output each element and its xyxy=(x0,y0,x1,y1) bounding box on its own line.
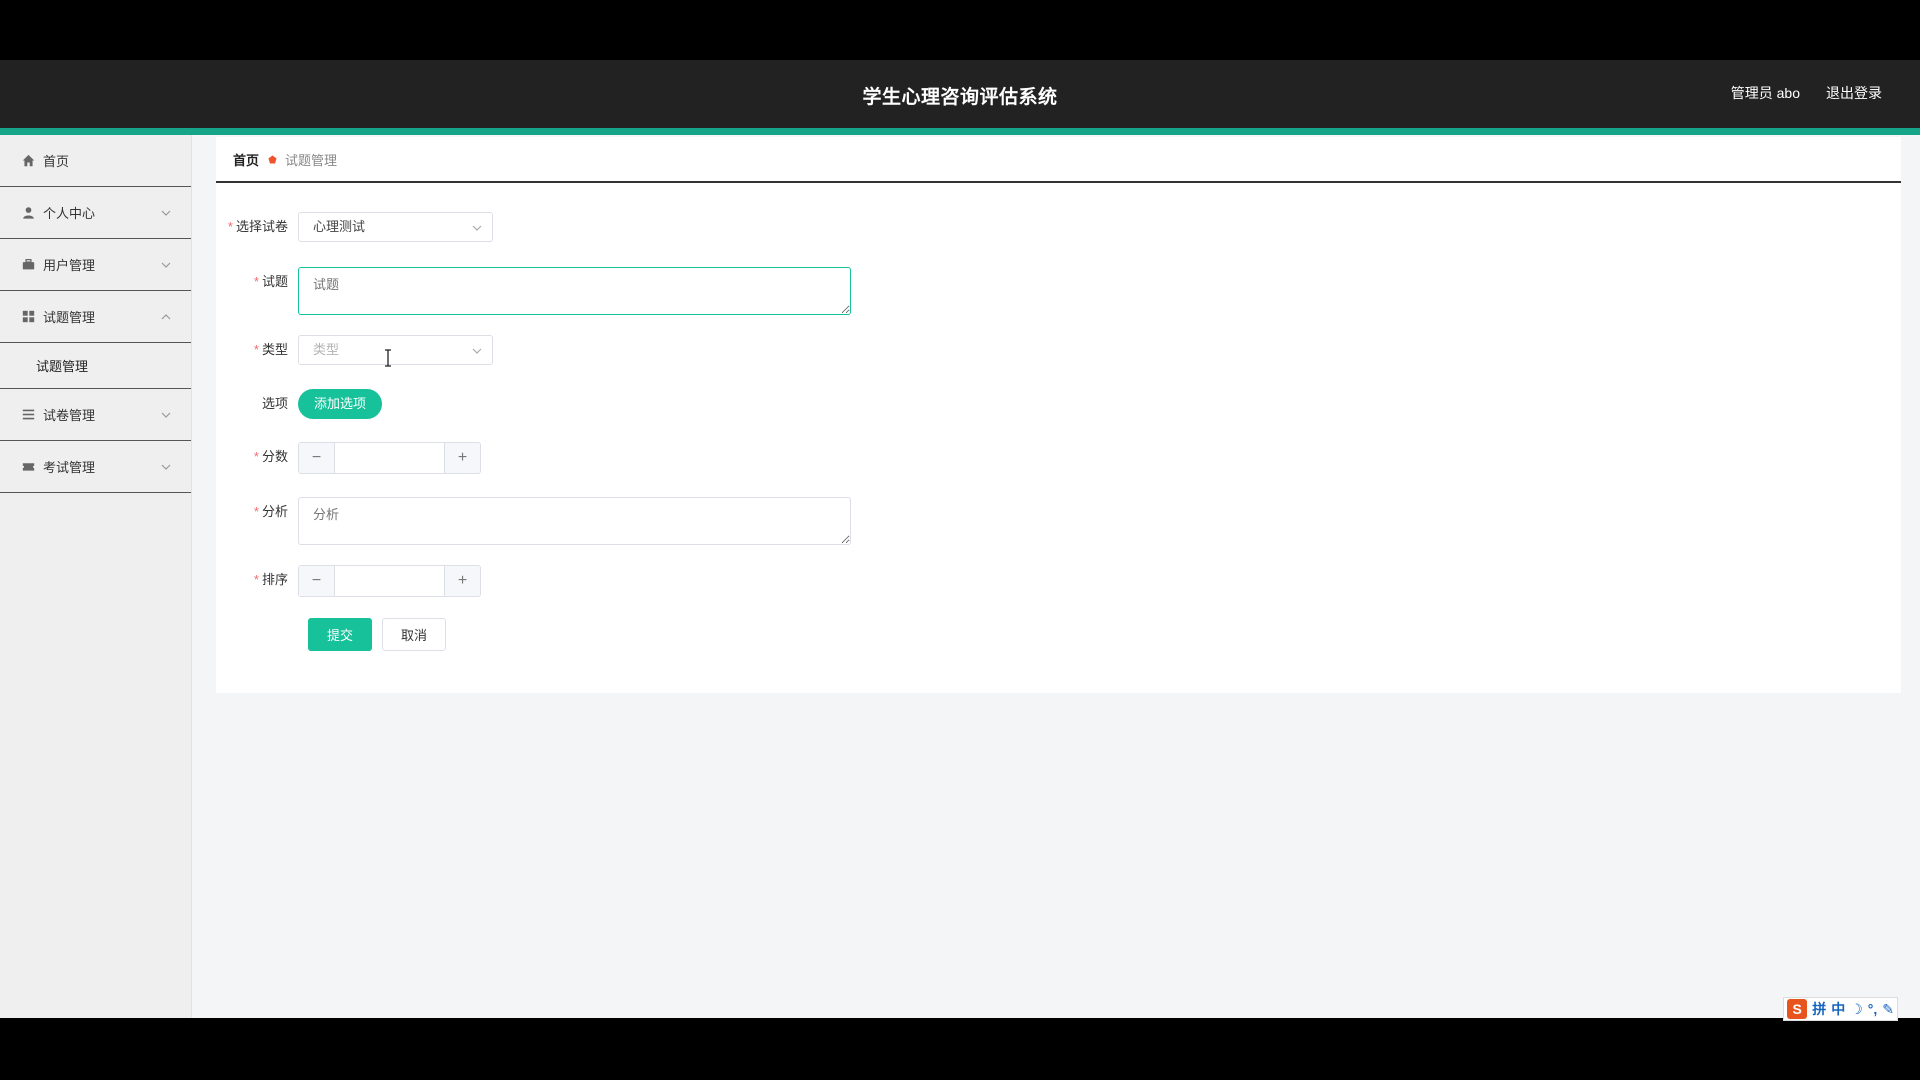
required-mark: * xyxy=(253,504,259,519)
sidebar-item-label: 考试管理 xyxy=(43,460,96,475)
sidebar-item-label: 试题管理 xyxy=(43,310,96,325)
text-cursor-icon xyxy=(385,349,391,367)
order-label-text: 排序 xyxy=(261,572,288,587)
chevron-up-icon xyxy=(161,314,171,320)
sidebar-subitem-questions[interactable]: 试题管理 xyxy=(0,343,191,389)
type-select[interactable]: 类型 xyxy=(298,335,493,365)
ime-logo-icon[interactable]: S xyxy=(1787,999,1808,1019)
briefcase-icon xyxy=(22,259,35,270)
options-label: 选项 xyxy=(261,396,288,411)
score-increment-button[interactable]: + xyxy=(444,443,480,473)
type-label: * 类型 xyxy=(216,335,298,365)
form-row-type: * 类型 类型 xyxy=(216,335,493,365)
order-stepper: − + xyxy=(298,565,481,597)
app-title: 学生心理咨询评估系统 xyxy=(862,87,1058,108)
required-mark: * xyxy=(253,449,259,464)
grid-icon xyxy=(22,310,35,323)
breadcrumb-home[interactable]: 首页 xyxy=(233,150,259,169)
sidebar-subitem-label: 试题管理 xyxy=(36,359,89,374)
sidebar-item-profile[interactable]: 个人中心 xyxy=(0,187,191,239)
required-mark: * xyxy=(253,342,259,357)
ime-settings-icon[interactable]: ✎ xyxy=(1882,1001,1894,1018)
chevron-down-icon xyxy=(161,464,171,470)
analysis-label-text: 分析 xyxy=(261,504,288,519)
breadcrumb-current: 试题管理 xyxy=(285,152,338,168)
top-header: 学生心理咨询评估系统 管理员 abo 退出登录 xyxy=(0,60,1920,135)
sidebar-item-label: 试卷管理 xyxy=(43,408,96,423)
main-content: 首页 试题管理 *选择试卷 心理测试 *试题 *类型 类型 xyxy=(216,137,1901,693)
user-icon xyxy=(23,207,34,219)
chevron-down-icon xyxy=(161,210,171,216)
order-decrement-button[interactable]: − xyxy=(299,566,335,596)
form-row-question: * 试题 xyxy=(216,267,851,315)
breadcrumb-separator-icon xyxy=(268,154,277,164)
analysis-label: * 分析 xyxy=(216,497,298,527)
score-stepper: − + xyxy=(298,442,481,474)
ime-halfwidth-icon[interactable]: ☽ xyxy=(1850,1001,1863,1018)
question-label: * 试题 xyxy=(216,267,298,297)
app-window: 学生心理咨询评估系统 管理员 abo 退出登录 首页 个人中心 用户管理 试题管… xyxy=(0,60,1920,1018)
chevron-down-icon xyxy=(472,348,482,354)
form-row-analysis: * 分析 xyxy=(216,497,851,545)
sidebar-item-label: 个人中心 xyxy=(43,206,96,221)
ime-punctuation-icon[interactable]: °, xyxy=(1868,1001,1878,1017)
required-mark: * xyxy=(253,274,259,289)
chevron-down-icon xyxy=(472,225,482,231)
logout-link[interactable]: 退出登录 xyxy=(1826,83,1882,103)
ticket-icon xyxy=(22,463,35,471)
question-input[interactable] xyxy=(298,267,851,315)
form-actions: 提交 取消 xyxy=(308,618,446,651)
order-input[interactable] xyxy=(335,566,444,596)
submit-button[interactable]: 提交 xyxy=(308,618,372,651)
sidebar-item-users[interactable]: 用户管理 xyxy=(0,239,191,291)
sidebar-item-home[interactable]: 首页 xyxy=(0,135,191,187)
paper-select-value: 心理测试 xyxy=(313,219,366,234)
order-label: * 排序 xyxy=(216,565,298,595)
current-user: 管理员 abo xyxy=(1730,85,1800,101)
paper-label: * 选择试卷 xyxy=(216,212,298,242)
ime-pinyin-toggle[interactable]: 拼 xyxy=(1812,999,1826,1019)
cancel-button[interactable]: 取消 xyxy=(382,618,446,651)
ime-toolbar: S 拼 中 ☽ °, ✎ xyxy=(1783,997,1898,1021)
paper-select[interactable]: 心理测试 xyxy=(298,212,493,242)
type-label-text: 类型 xyxy=(261,342,288,357)
sidebar-item-exams[interactable]: 考试管理 xyxy=(0,441,191,493)
required-mark: * xyxy=(227,219,233,234)
ime-chinese-toggle[interactable]: 中 xyxy=(1831,999,1845,1019)
form-row-paper: * 选择试卷 心理测试 xyxy=(216,212,493,242)
type-select-placeholder: 类型 xyxy=(313,342,340,357)
sidebar-item-papers[interactable]: 试卷管理 xyxy=(0,389,191,441)
chevron-down-icon xyxy=(161,412,171,418)
sidebar-item-label: 用户管理 xyxy=(43,258,96,273)
score-decrement-button[interactable]: − xyxy=(299,443,335,473)
order-increment-button[interactable]: + xyxy=(444,566,480,596)
breadcrumb: 首页 试题管理 xyxy=(216,137,1901,183)
chevron-down-icon xyxy=(161,262,171,268)
score-input[interactable] xyxy=(335,443,444,473)
sidebar-item-label: 首页 xyxy=(43,154,70,169)
form-row-score: * 分数 − + xyxy=(216,442,481,474)
form-row-options: 选项 添加选项 xyxy=(216,389,383,419)
add-option-button[interactable]: 添加选项 xyxy=(298,389,383,419)
score-label-text: 分数 xyxy=(261,449,288,464)
paper-label-text: 选择试卷 xyxy=(235,219,288,234)
form-row-order: * 排序 − + xyxy=(216,565,481,597)
sidebar: 首页 个人中心 用户管理 试题管理 试题管理 试卷管理 考试管理 xyxy=(0,135,192,1018)
list-icon xyxy=(22,409,35,420)
question-label-text: 试题 xyxy=(261,274,288,289)
score-label: * 分数 xyxy=(216,442,298,472)
required-mark: * xyxy=(253,572,259,587)
sidebar-item-questions[interactable]: 试题管理 xyxy=(0,291,191,343)
home-icon xyxy=(22,154,35,167)
analysis-input[interactable] xyxy=(298,497,851,545)
